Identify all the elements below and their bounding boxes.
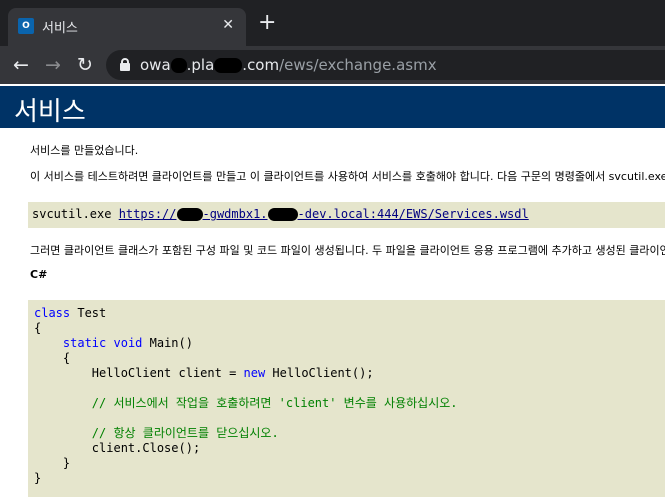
url-host-part1: owa	[140, 56, 171, 74]
redaction-mark	[267, 208, 298, 221]
code-comment: // 항상 클라이언트를 닫으십시오.	[34, 426, 279, 440]
active-tab[interactable]: O 서비스 ✕	[8, 8, 246, 46]
instructions-paragraph: 이 서비스를 테스트하려면 클라이언트를 만들고 이 클라이언트를 사용하여 서…	[30, 170, 665, 183]
wsdl-link[interactable]: https:// -gwdmbx1. -dev.local:444/EWS/Serv…	[119, 207, 529, 221]
wsdl-link-part1: https://	[118, 207, 177, 221]
forward-arrow-icon[interactable]: →	[40, 52, 66, 78]
code-keyword: class	[34, 306, 71, 320]
wsdl-link-part3: -dev.local:444/EWS/Services.wsdl	[297, 207, 529, 221]
redaction-mark	[170, 58, 187, 73]
redaction-mark	[176, 208, 203, 221]
tab-bar: O 서비스 ✕ +	[0, 0, 665, 46]
lock-icon[interactable]	[120, 58, 130, 71]
code-text: HelloClient();	[265, 366, 374, 380]
code-text: Main()	[142, 336, 193, 350]
url-path: /ews/exchange.asmx	[279, 56, 437, 74]
back-arrow-icon[interactable]: ←	[8, 52, 34, 78]
code-keyword: new	[243, 366, 266, 380]
code-keyword: void	[113, 336, 143, 350]
intro-paragraph: 서비스를 만들었습니다.	[30, 144, 139, 157]
code-keyword: static	[62, 336, 107, 350]
url-text[interactable]: owa .pla .com/ews/exchange.asmx	[140, 56, 437, 74]
tab-close-icon[interactable]: ✕	[222, 16, 234, 34]
browser-toolbar: ← → ↻ owa .pla .com/ews/exchange.asmx	[0, 46, 665, 84]
page-viewport: 서비스 서비스를 만들었습니다. 이 서비스를 테스트하려면 클라이언트를 만들…	[0, 84, 665, 497]
redaction-mark	[214, 58, 243, 73]
command-prefix: svcutil.exe	[32, 207, 119, 221]
code-comment: // 서비스에서 작업을 호출하려면 'client' 변수를 사용하십시오.	[34, 396, 458, 410]
code-text: Test	[70, 306, 107, 320]
code-text: {	[34, 351, 71, 365]
code-text: HelloClient client =	[34, 366, 244, 380]
url-host-part2: .pla	[186, 56, 215, 74]
wsdl-link-part2: -gwdmbx1.	[202, 207, 268, 221]
heading-bar: 서비스	[0, 86, 665, 128]
url-host-part3: .com	[242, 56, 280, 74]
outlook-favicon-icon: O	[18, 18, 34, 34]
code-text: {	[34, 321, 42, 335]
code-text: }	[34, 456, 71, 470]
tab-title: 서비스	[42, 21, 78, 36]
command-box: svcutil.exe https:// -gwdmbx1. -dev.local:…	[28, 202, 665, 228]
page-title: 서비스	[14, 97, 86, 127]
language-label: C#	[30, 268, 48, 281]
svcutil-command: svcutil.exe https:// -gwdmbx1. -dev.local:…	[32, 207, 529, 221]
code-text: client.Close();	[34, 441, 201, 455]
reload-icon[interactable]: ↻	[72, 52, 98, 78]
code-text: }	[34, 471, 42, 485]
code-sample-box: class Test { static void Main() { HelloC…	[28, 300, 665, 497]
result-paragraph: 그러면 클라이언트 클래스가 포함된 구성 파일 및 코드 파일이 생성됩니다.…	[30, 244, 665, 257]
csharp-code: class Test { static void Main() { HelloC…	[34, 306, 458, 486]
address-bar[interactable]: owa .pla .com/ews/exchange.asmx	[106, 50, 665, 80]
new-tab-icon[interactable]: +	[258, 12, 276, 34]
